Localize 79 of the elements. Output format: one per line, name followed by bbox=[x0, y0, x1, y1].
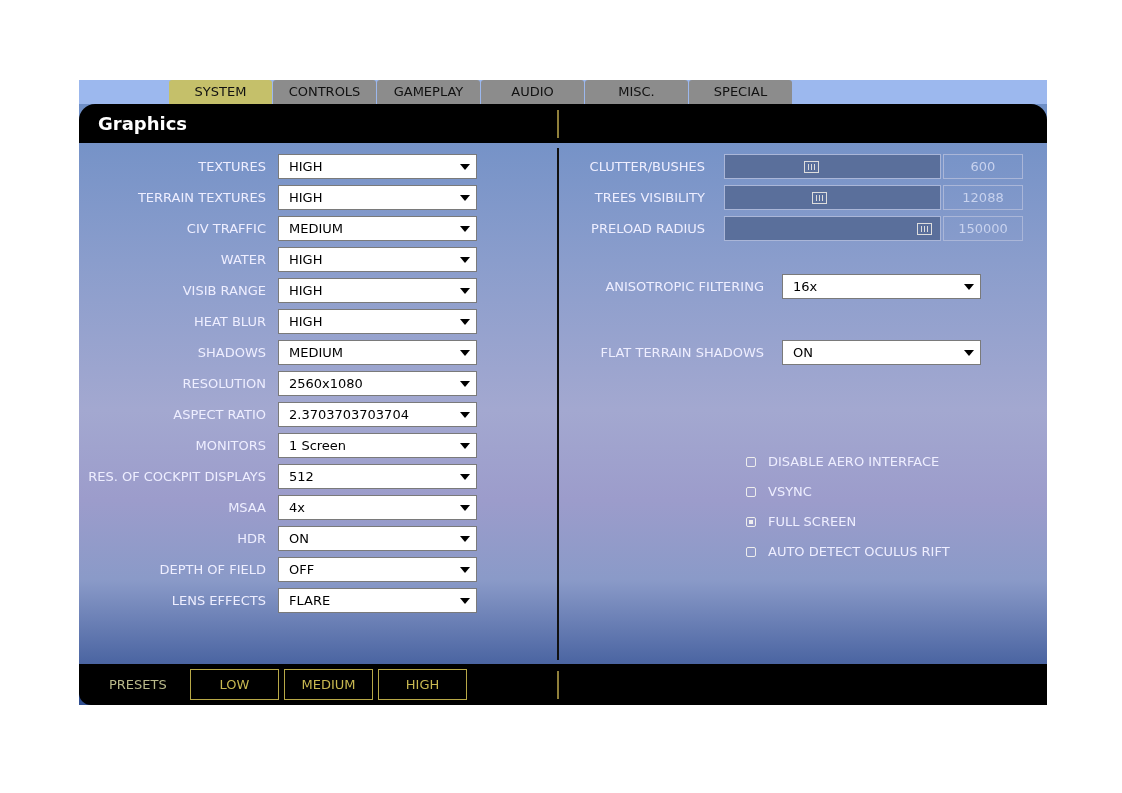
dropdown[interactable]: HIGH bbox=[278, 185, 477, 210]
dropdown-caret-icon bbox=[460, 349, 470, 356]
dropdown-caret-icon bbox=[460, 287, 470, 294]
setting-label: SHADOWS bbox=[196, 343, 266, 362]
dropdown[interactable]: FLARE bbox=[278, 588, 477, 613]
setting-label: DEPTH OF FIELD bbox=[158, 560, 266, 579]
setting-label: MSAA bbox=[227, 498, 266, 517]
dropdown-caret-icon bbox=[460, 504, 470, 511]
dropdown[interactable]: HIGH bbox=[278, 309, 477, 334]
checkbox[interactable] bbox=[746, 517, 756, 527]
dropdown-caret-icon bbox=[460, 473, 470, 480]
tab[interactable]: SPECIAL bbox=[689, 80, 792, 104]
dropdown[interactable]: MEDIUM bbox=[278, 340, 477, 365]
dropdown-caret-icon bbox=[460, 318, 470, 325]
dropdown[interactable]: 16x bbox=[782, 274, 981, 299]
dropdown-caret-icon bbox=[460, 442, 470, 449]
dropdown-caret-icon bbox=[460, 380, 470, 387]
preset-button[interactable]: HIGH bbox=[378, 669, 467, 700]
setting-label: VISIB RANGE bbox=[181, 281, 266, 300]
dropdown[interactable]: OFF bbox=[278, 557, 477, 582]
dropdown-caret-icon bbox=[460, 225, 470, 232]
dropdown[interactable]: ON bbox=[278, 526, 477, 551]
section-title: Graphics bbox=[97, 112, 189, 136]
dropdown-caret-icon bbox=[460, 566, 470, 573]
slider-track[interactable] bbox=[724, 154, 941, 179]
dropdown[interactable]: 4x bbox=[278, 495, 477, 520]
setting-label: FLAT TERRAIN SHADOWS bbox=[599, 343, 764, 362]
tab[interactable]: MISC. bbox=[585, 80, 688, 104]
checkbox[interactable] bbox=[746, 487, 756, 497]
dropdown-caret-icon bbox=[460, 194, 470, 201]
setting-label: LENS EFFECTS bbox=[170, 591, 266, 610]
tab[interactable]: AUDIO bbox=[481, 80, 584, 104]
slider-label: TREES VISIBILITY bbox=[593, 188, 705, 207]
presets-label: PRESETS bbox=[109, 675, 168, 694]
dropdown[interactable]: MEDIUM bbox=[278, 216, 477, 241]
preset-button[interactable]: LOW bbox=[190, 669, 279, 700]
setting-label: CIV TRAFFIC bbox=[185, 219, 266, 238]
slider-label: PRELOAD RADIUS bbox=[590, 219, 705, 238]
setting-label: RESOLUTION bbox=[181, 374, 266, 393]
dropdown[interactable]: HIGH bbox=[278, 247, 477, 272]
setting-label: TEXTURES bbox=[197, 157, 266, 176]
checkbox-label: FULL SCREEN bbox=[768, 513, 857, 532]
tab[interactable]: CONTROLS bbox=[273, 80, 376, 104]
slider-thumb[interactable] bbox=[917, 223, 933, 235]
dropdown[interactable]: 512 bbox=[278, 464, 477, 489]
checkbox-label: VSYNC bbox=[768, 483, 812, 502]
slider-thumb[interactable] bbox=[812, 192, 828, 204]
preset-button[interactable]: MEDIUM bbox=[284, 669, 373, 700]
slider-track[interactable] bbox=[724, 216, 941, 241]
slider-track[interactable] bbox=[724, 185, 941, 210]
dropdown-caret-icon bbox=[460, 163, 470, 170]
dropdown-caret-icon bbox=[460, 535, 470, 542]
tab[interactable]: GAMEPLAY bbox=[377, 80, 480, 104]
setting-label: MONITORS bbox=[194, 436, 266, 455]
dropdown[interactable]: ON bbox=[782, 340, 981, 365]
dropdown-caret-icon bbox=[460, 411, 470, 418]
checkbox-label: DISABLE AERO INTERFACE bbox=[768, 453, 940, 472]
slider-label: CLUTTER/BUSHES bbox=[588, 157, 705, 176]
dropdown[interactable]: 2.3703703703704 bbox=[278, 402, 477, 427]
setting-label: TERRAIN TEXTURES bbox=[136, 188, 266, 207]
setting-label: HDR bbox=[236, 529, 266, 548]
setting-label: WATER bbox=[219, 250, 266, 269]
dropdown[interactable]: 2560x1080 bbox=[278, 371, 477, 396]
tab[interactable]: SYSTEM bbox=[169, 80, 272, 104]
slider-thumb[interactable] bbox=[803, 161, 819, 173]
setting-label: ASPECT RATIO bbox=[172, 405, 266, 424]
dropdown-caret-icon bbox=[964, 349, 974, 356]
setting-label: ANISOTROPIC FILTERING bbox=[604, 277, 764, 296]
setting-label: HEAT BLUR bbox=[193, 312, 266, 331]
dropdown-caret-icon bbox=[964, 283, 974, 290]
dropdown-caret-icon bbox=[460, 256, 470, 263]
setting-label: RES. OF COCKPIT DISPLAYS bbox=[87, 467, 266, 486]
checkbox[interactable] bbox=[746, 457, 756, 467]
dropdown[interactable]: 1 Screen bbox=[278, 433, 477, 458]
checkbox-label: AUTO DETECT OCULUS RIFT bbox=[768, 543, 950, 562]
dropdown[interactable]: HIGH bbox=[278, 154, 477, 179]
dropdown[interactable]: HIGH bbox=[278, 278, 477, 303]
checkbox[interactable] bbox=[746, 547, 756, 557]
dropdown-caret-icon bbox=[460, 597, 470, 604]
